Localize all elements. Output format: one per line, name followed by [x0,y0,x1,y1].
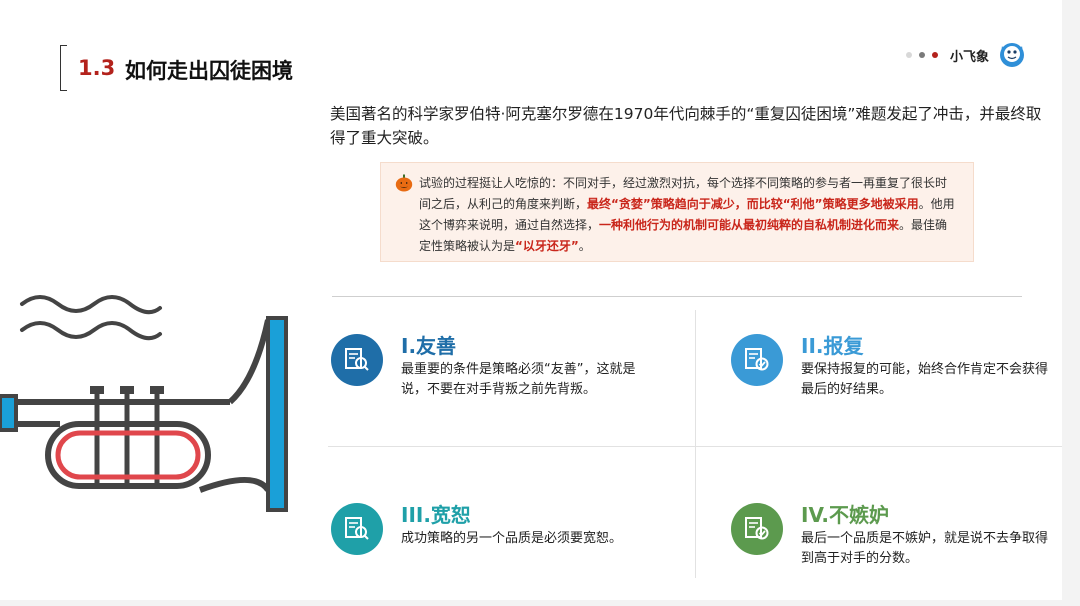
document-check-icon [745,348,769,371]
elephant-logo-icon [1000,43,1024,67]
intro-paragraph: 美国著名的科学家罗伯特·阿克塞尔罗德在1970年代向棘手的“重复囚徒困境”难题发… [330,105,1042,147]
section-divider [332,296,1022,297]
principle-3-title: III.宽恕 [401,503,471,527]
principle-1-circle [331,334,383,386]
principle-3-description: 成功策略的另一个品质是必须要宽恕。 [401,531,623,546]
note-text: 试验的过程挺让人吃惊的：不同对手，经过激烈对抗，每个选择不同策略的参与者一再重复… [419,173,955,257]
section-number: 1.3 [78,56,116,80]
note-text-part: 。 [578,239,591,253]
document-search-icon [345,348,369,371]
note-highlight: 最终“贪婪”策略趋向于减少，而比较“利他”策略更多地被采用 [587,197,919,211]
principle-1-title: I.友善 [401,334,457,358]
dot-2 [919,52,925,58]
document-check-icon [745,517,769,540]
principle-1-description: 最重要的条件是策略必须“友善”，这就是说，不要在对手背叛之前先背叛。 [401,362,636,397]
note-highlight: 一种利他行为的机制可能从最初纯粹的自私机制进化而来 [599,218,900,232]
page-title: 如何走出囚徒困境 [125,59,293,83]
dot-1 [906,52,912,58]
principle-4-circle [731,503,783,555]
title-bracket [60,45,67,91]
grid-divider-horizontal [328,446,1062,447]
progress-dots [906,52,938,58]
principle-2-circle [731,334,783,386]
document-search-icon [345,517,369,540]
principle-4-title: IV.不嫉妒 [801,503,889,527]
pumpkin-icon [395,174,413,192]
note-box: 试验的过程挺让人吃惊的：不同对手，经过激烈对抗，每个选择不同策略的参与者一再重复… [380,162,974,262]
principle-4-description: 最后一个品质是不嫉妒，就是说不去争取得到高于对手的分数。 [801,531,1049,566]
slide: 1.3 如何走出囚徒困境 小飞象 美国著名的科学家罗伯特·阿克塞尔罗德在1970… [0,0,1062,600]
principle-2-title: II.报复 [801,334,864,358]
principle-3-circle [331,503,383,555]
note-highlight: “以牙还牙” [515,239,579,253]
dot-3 [932,52,938,58]
grid-divider-vertical [695,310,696,578]
principle-2-description: 要保持报复的可能，始终合作肯定不会获得最后的好结果。 [801,362,1049,397]
trumpet-icon [0,295,288,512]
brand-name: 小飞象 [950,50,990,65]
